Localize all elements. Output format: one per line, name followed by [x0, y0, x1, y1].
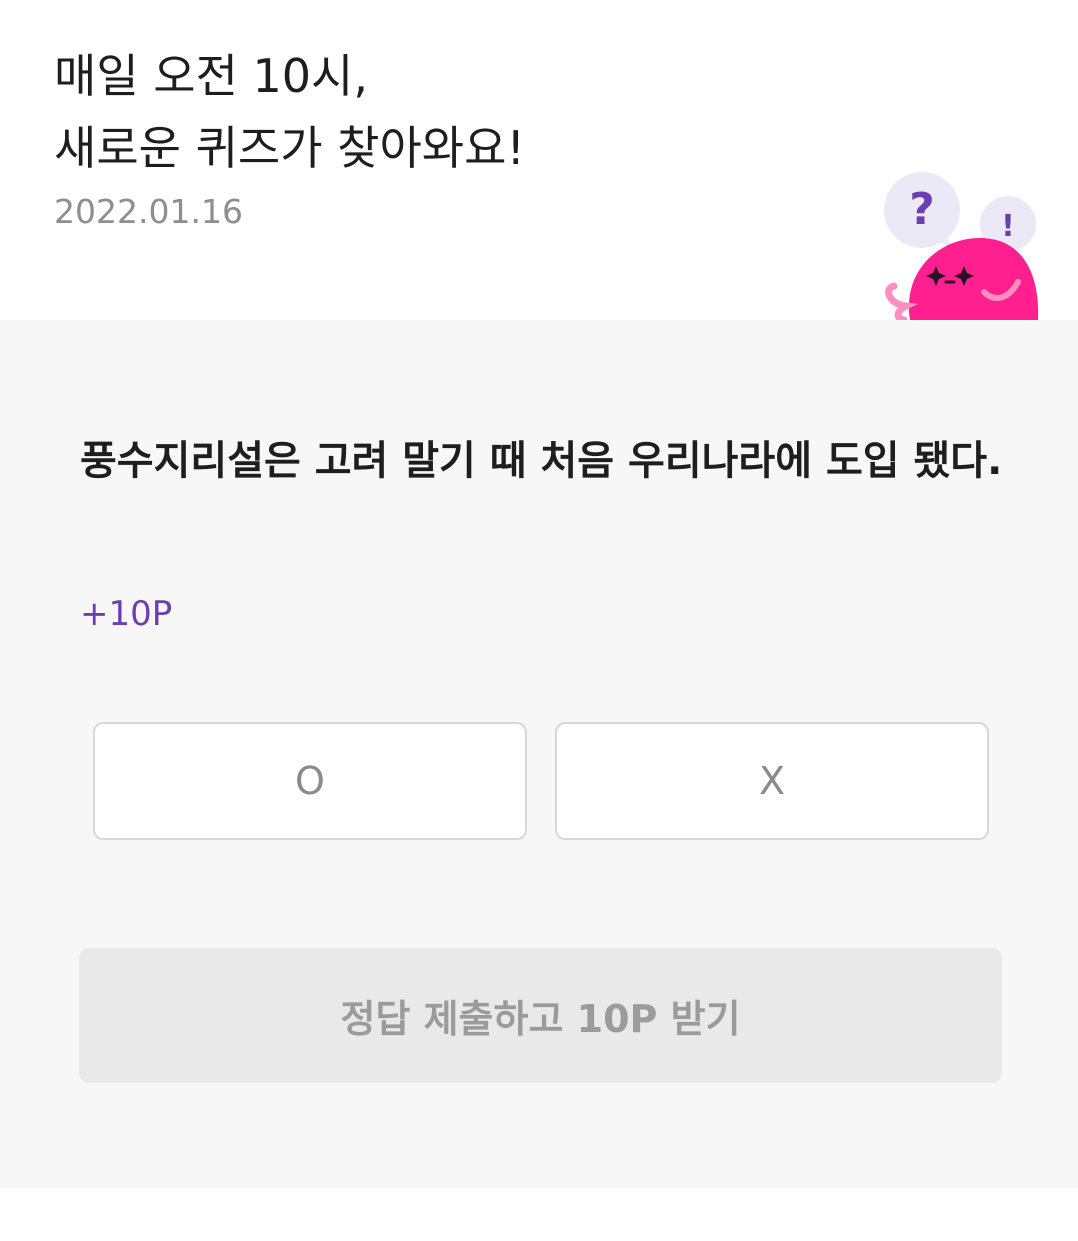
pink-blob-mascot-icon: ? !	[884, 172, 1039, 320]
answer-o-button[interactable]: O	[93, 722, 527, 840]
mascot-body	[885, 238, 1039, 320]
headline-line-1: 매일 오전 10시,	[54, 49, 368, 103]
headline-line-2: 새로운 퀴즈가 찾아와요!	[54, 121, 525, 175]
quiz-panel: 풍수지리설은 고려 말기 때 처음 우리나라에 도입 됐다. +10P O X …	[0, 320, 1078, 1188]
points-reward: +10P	[80, 594, 173, 634]
quiz-date: 2022.01.16	[54, 192, 243, 231]
exclamation-mark-text: !	[1001, 209, 1015, 244]
page-title: 매일 오전 10시, 새로운 퀴즈가 찾아와요!	[54, 40, 525, 184]
quiz-question: 풍수지리설은 고려 말기 때 처음 우리나라에 도입 됐다.	[80, 438, 1003, 484]
answer-x-button[interactable]: X	[555, 722, 989, 840]
submit-answer-button[interactable]: 정답 제출하고 10P 받기	[79, 948, 1002, 1083]
quiz-header: 매일 오전 10시, 새로운 퀴즈가 찾아와요! 2022.01.16 ? !	[0, 0, 1078, 320]
question-bubble-icon: ?	[884, 172, 960, 252]
page-footer	[0, 1188, 1078, 1241]
question-mark-text: ?	[909, 184, 935, 235]
